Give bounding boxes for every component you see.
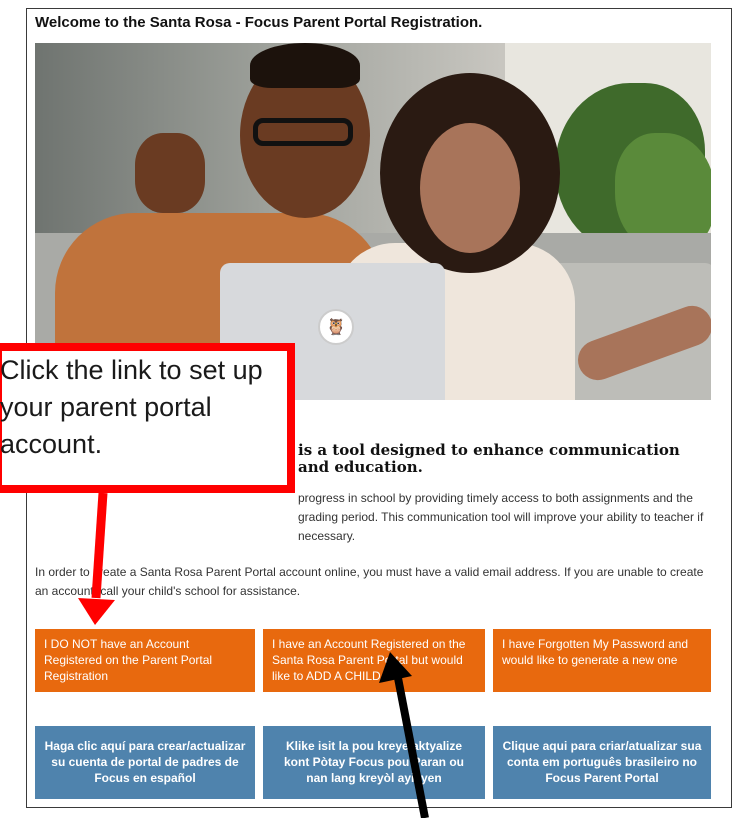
no-account-button[interactable]: I DO NOT have an Account Registered on t… [35, 629, 255, 692]
owl-icon: 🦉 [318, 309, 354, 345]
intro-body: progress in school by providing timely a… [298, 491, 704, 543]
hero-girl-face [420, 123, 520, 253]
email-requirement-text: In order to create a Santa Rosa Parent P… [35, 565, 704, 598]
hero-glasses [253, 118, 353, 146]
add-child-button[interactable]: I have an Account Registered on the Sant… [263, 629, 485, 692]
forgot-password-button[interactable]: I have Forgotten My Password and would l… [493, 629, 711, 692]
hero-man-hair [250, 43, 360, 88]
creole-portal-button[interactable]: Klike isit la pou kreye/aktyalize kont P… [263, 726, 485, 799]
intro-title: is a tool designed to enhance communicat… [298, 441, 680, 476]
page-title: Welcome to the Santa Rosa - Focus Parent… [35, 14, 483, 31]
callout-text: Click the link to set up your parent por… [0, 355, 263, 459]
hero-fist [135, 133, 205, 213]
portuguese-portal-button[interactable]: Clique aqui para criar/atualizar sua con… [493, 726, 711, 799]
spanish-portal-button[interactable]: Haga clic aquí para crear/actualizar su … [35, 726, 255, 799]
